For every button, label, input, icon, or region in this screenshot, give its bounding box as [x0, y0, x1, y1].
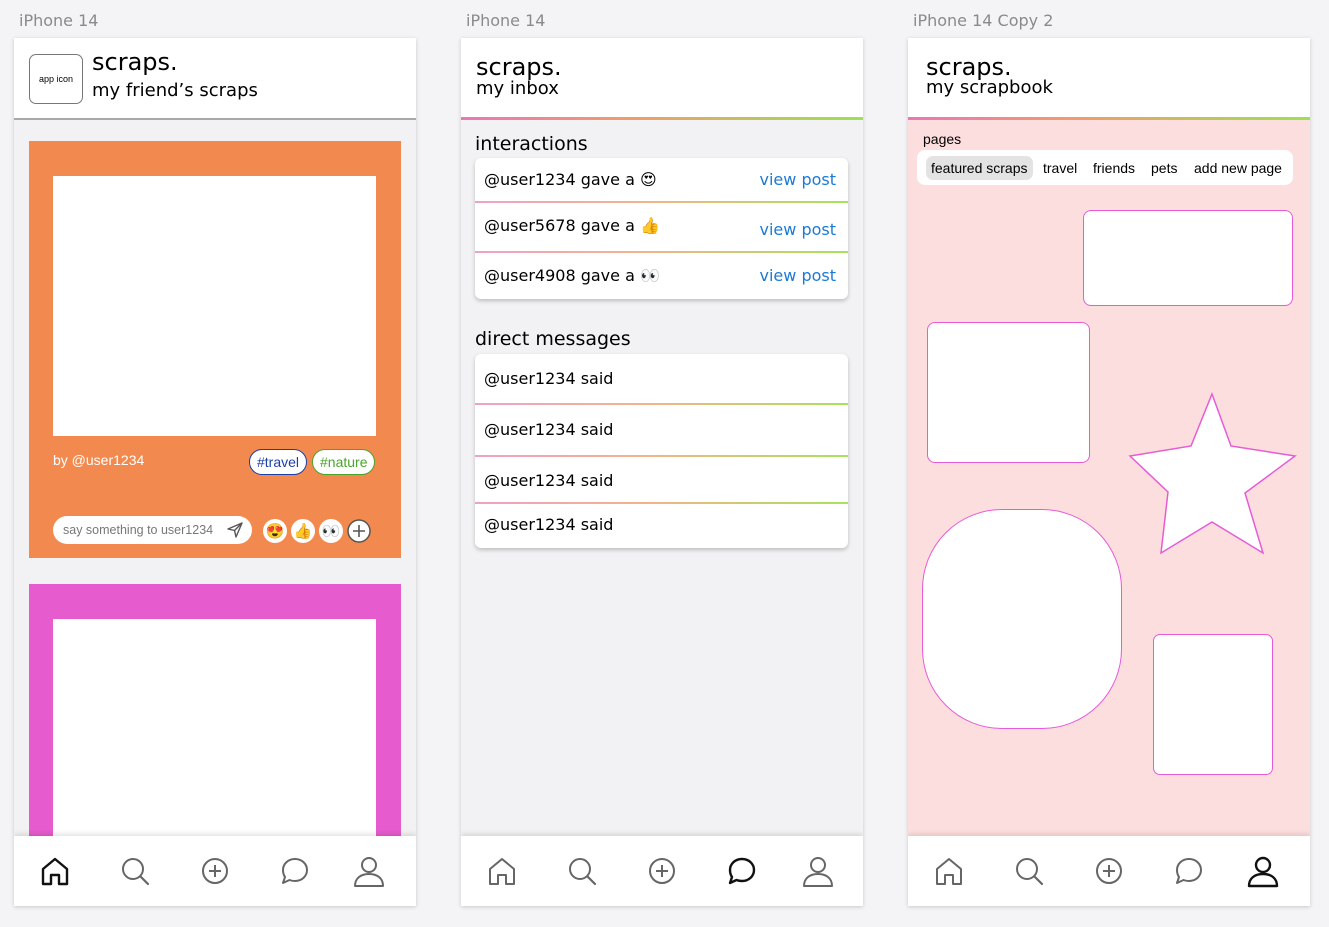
message-text: @user1234 said	[484, 369, 614, 388]
messages-list: @user1234 said @user1234 said @user1234 …	[475, 354, 848, 548]
view-post-link[interactable]: view post	[760, 266, 836, 285]
chat-icon[interactable]	[1172, 854, 1206, 888]
home-icon[interactable]	[38, 854, 72, 888]
divider	[475, 251, 848, 253]
profile-icon[interactable]	[1246, 854, 1280, 888]
comment-input[interactable]: say something to user1234	[53, 516, 252, 544]
header: scraps. my scrapbook	[908, 38, 1310, 120]
home-icon[interactable]	[932, 854, 966, 888]
scrapbook-screen: scraps. my scrapbook pages featured scra…	[908, 38, 1310, 906]
scrap-slot[interactable]	[927, 322, 1090, 463]
reaction-heart-eyes[interactable]: 😍	[263, 519, 287, 543]
scrap-slot[interactable]	[1083, 210, 1293, 306]
interaction-text: @user1234 gave a 😍	[484, 170, 657, 189]
chat-icon[interactable]	[278, 854, 312, 888]
home-icon[interactable]	[485, 854, 519, 888]
interactions-heading: interactions	[475, 133, 588, 155]
reaction-thumbs-up[interactable]: 👍	[291, 519, 315, 543]
header: scraps. my inbox	[461, 38, 863, 120]
scrap-slot[interactable]	[1153, 634, 1273, 775]
search-icon[interactable]	[565, 854, 599, 888]
direct-messages-heading: direct messages	[475, 328, 631, 350]
pages-label: pages	[923, 131, 962, 147]
header: app icon scraps. my friend’s scraps	[14, 38, 416, 120]
interactions-list: @user1234 gave a 😍 view post @user5678 g…	[475, 158, 848, 299]
message-text: @user1234 said	[484, 515, 614, 534]
profile-icon[interactable]	[801, 854, 835, 888]
tag-nature[interactable]: #nature	[312, 449, 376, 475]
page-subtitle: my scrapbook	[926, 77, 1053, 98]
message-text: @user1234 said	[484, 471, 614, 490]
view-post-link[interactable]: view post	[760, 220, 836, 239]
message-text: @user1234 said	[484, 420, 614, 439]
frame-label-feed: iPhone 14	[19, 11, 99, 30]
view-post-link[interactable]: view post	[760, 170, 836, 189]
page-subtitle: my inbox	[476, 78, 559, 99]
bottom-nav	[14, 836, 416, 906]
interaction-text: @user4908 gave a 👀	[484, 266, 660, 285]
scrap-author[interactable]: by @user1234	[53, 452, 144, 468]
app-icon[interactable]: app icon	[29, 54, 83, 104]
chat-icon[interactable]	[725, 854, 759, 888]
reaction-eyes[interactable]: 👀	[319, 519, 343, 543]
header-divider	[461, 117, 863, 120]
frame-label-scrapbook: iPhone 14 Copy 2	[913, 11, 1054, 30]
scrap-photo[interactable]	[53, 619, 376, 849]
scrap-card[interactable]: by @user1234 #travel #nature say somethi…	[29, 141, 401, 558]
bottom-nav	[461, 836, 863, 906]
app-title: scraps.	[476, 53, 562, 81]
search-icon[interactable]	[118, 854, 152, 888]
frame-label-inbox: iPhone 14	[466, 11, 546, 30]
divider	[475, 201, 848, 203]
app-title: scraps.	[92, 48, 178, 76]
star-scrap-slot[interactable]	[1128, 391, 1298, 557]
feed-screen: app icon scraps. my friend’s scraps by @…	[14, 38, 416, 906]
divider	[475, 403, 848, 405]
tag-travel[interactable]: #travel	[249, 449, 308, 475]
send-icon[interactable]	[227, 522, 243, 538]
bottom-nav	[908, 836, 1310, 906]
tab-friends[interactable]: friends	[1088, 156, 1140, 180]
tab-featured-scraps[interactable]: featured scraps	[926, 156, 1033, 180]
page-subtitle: my friend’s scraps	[92, 80, 258, 101]
profile-icon[interactable]	[352, 854, 386, 888]
divider	[475, 455, 848, 457]
add-icon[interactable]	[645, 854, 679, 888]
comment-placeholder: say something to user1234	[63, 523, 214, 537]
header-divider	[14, 118, 416, 120]
divider	[475, 502, 848, 504]
add-icon[interactable]	[198, 854, 232, 888]
search-icon[interactable]	[1012, 854, 1046, 888]
inbox-screen: scraps. my inbox interactions @user1234 …	[461, 38, 863, 906]
scrap-slot[interactable]	[922, 509, 1122, 729]
tab-travel[interactable]: travel	[1038, 156, 1082, 180]
pages-tabs: featured scraps travel friends pets add …	[917, 150, 1293, 185]
tab-pets[interactable]: pets	[1146, 156, 1182, 180]
tab-add-new-page[interactable]: add new page	[1189, 156, 1287, 180]
add-icon[interactable]	[1092, 854, 1126, 888]
interaction-text: @user5678 gave a 👍	[484, 216, 660, 235]
scrap-photo[interactable]	[53, 176, 376, 436]
add-reaction-icon[interactable]	[347, 519, 371, 543]
header-divider	[908, 117, 1310, 120]
scrap-card[interactable]	[29, 584, 401, 849]
